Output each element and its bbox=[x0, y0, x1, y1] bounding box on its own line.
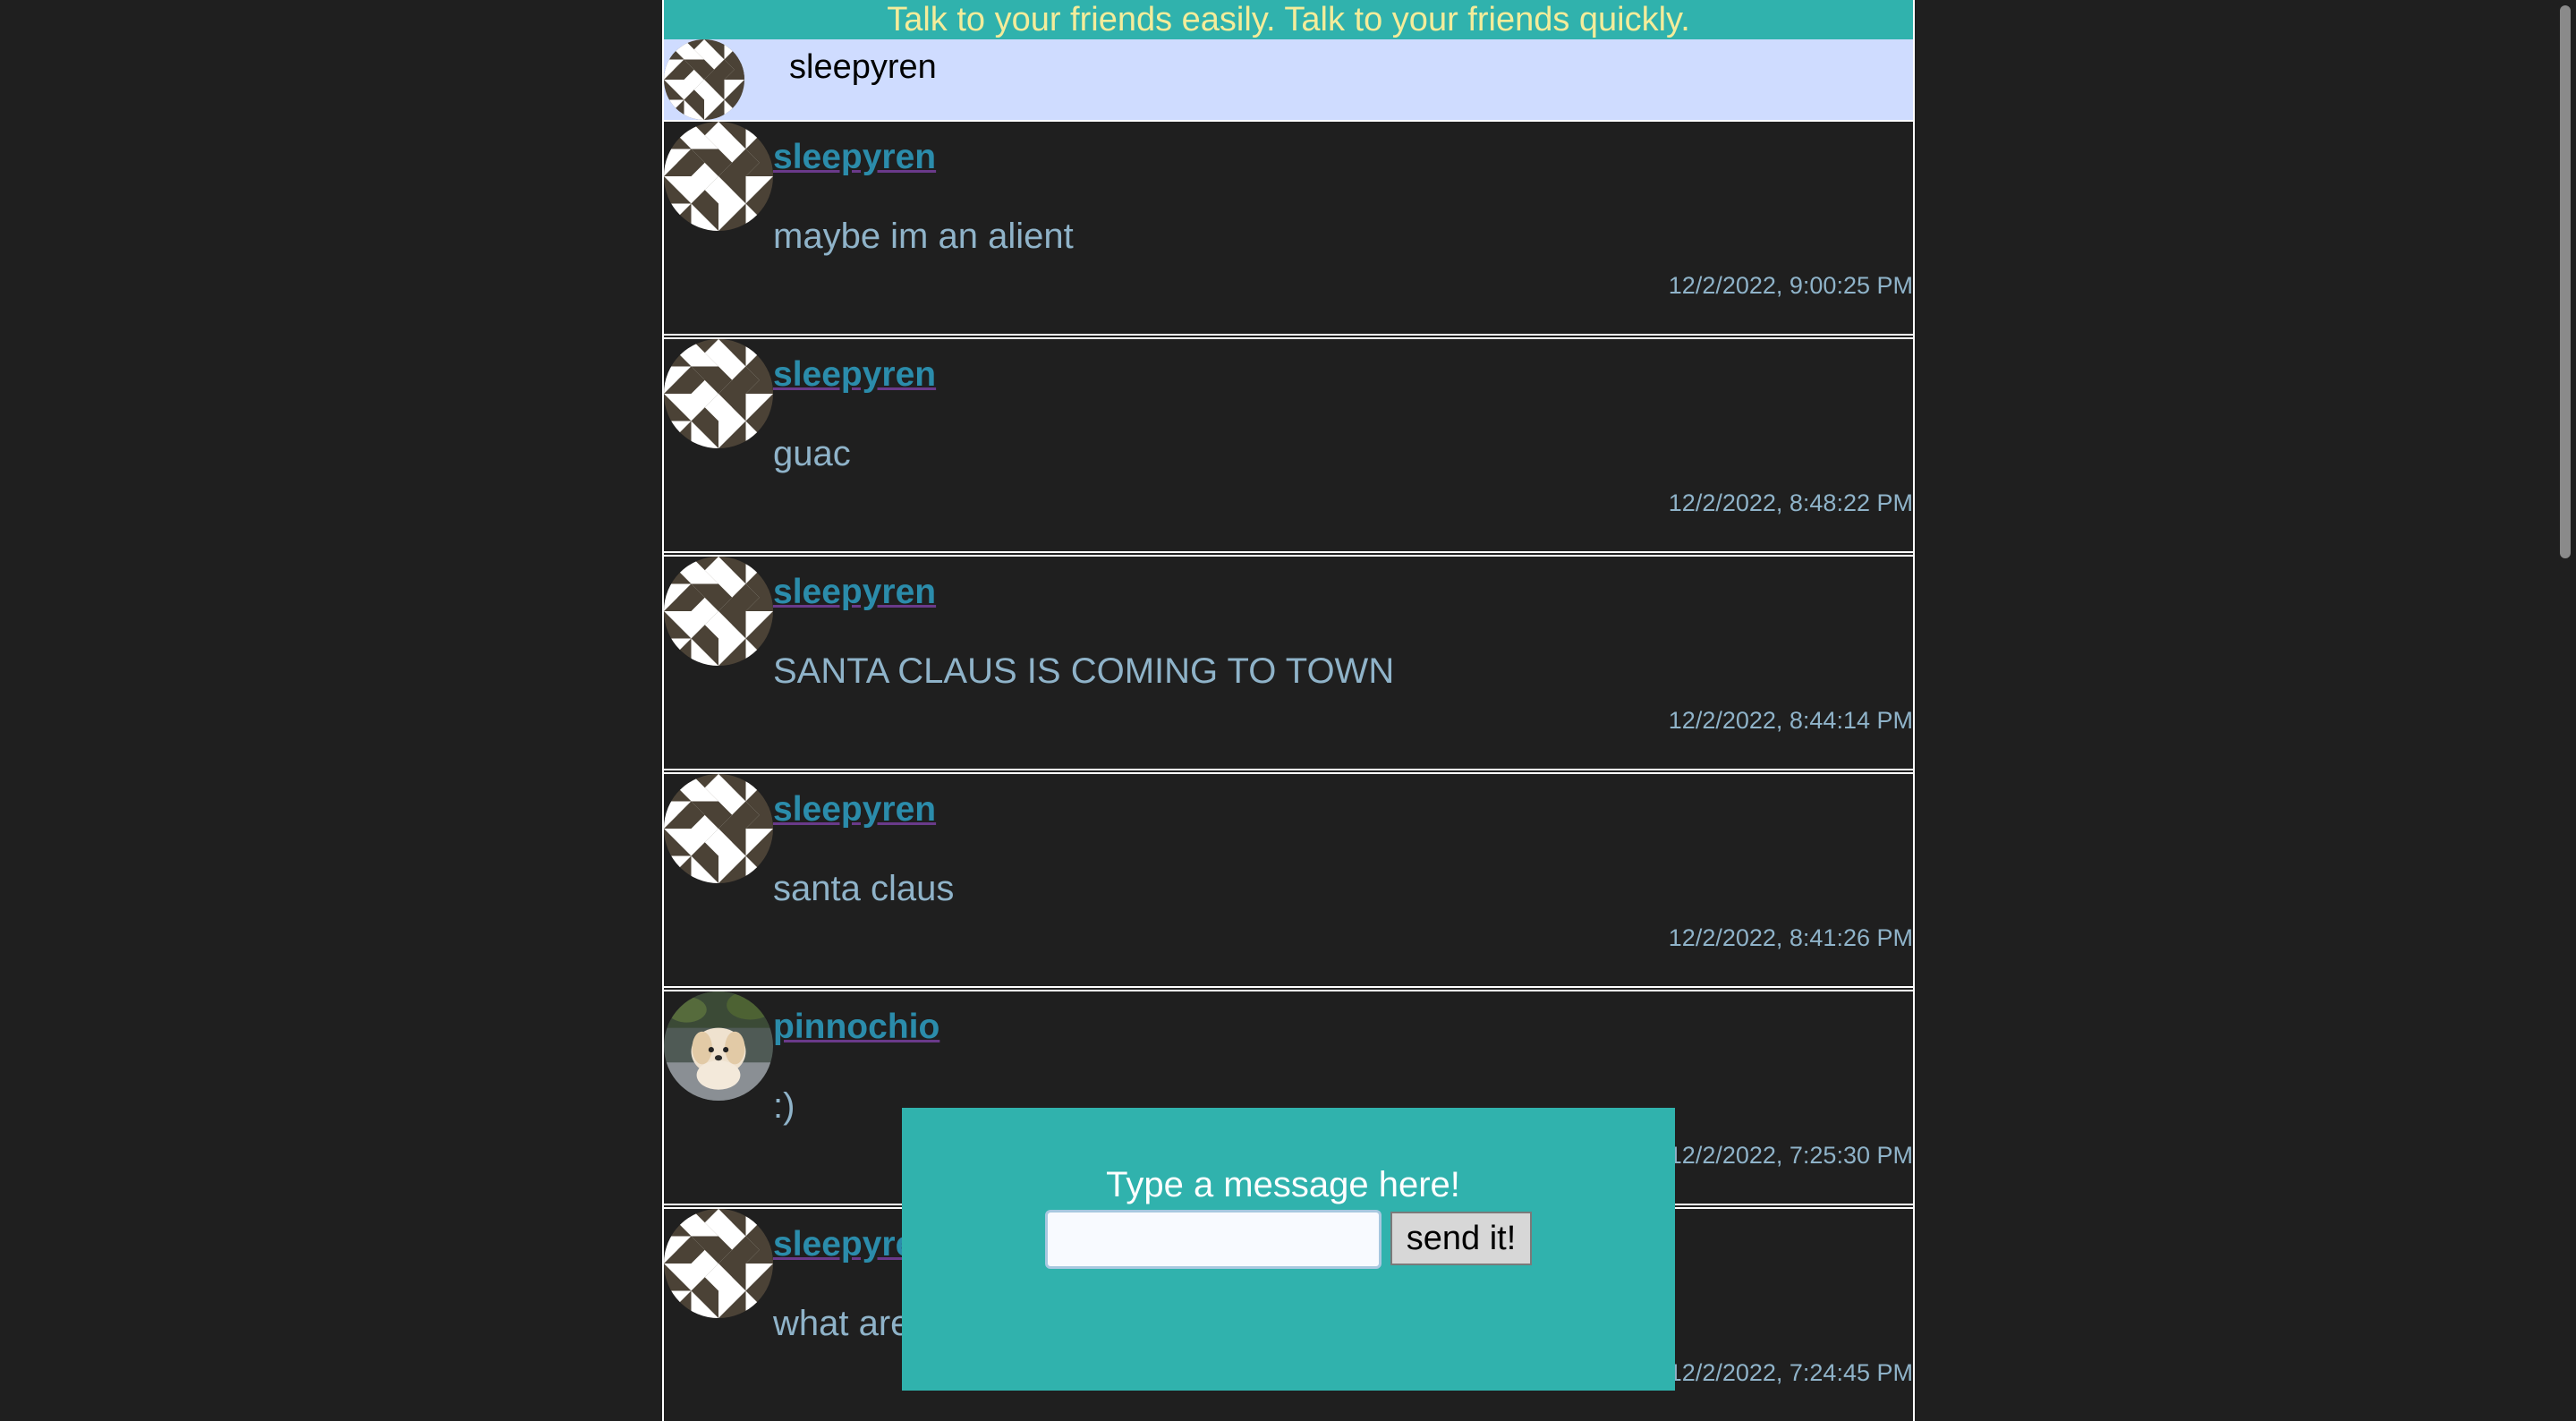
quilt-star-avatar-icon bbox=[664, 557, 773, 666]
message-author-link[interactable]: sleepyren bbox=[773, 138, 936, 177]
message-timestamp: 12/2/2022, 8:44:14 PM bbox=[1668, 707, 1913, 734]
message-timestamp: 12/2/2022, 8:48:22 PM bbox=[1668, 489, 1913, 516]
compose-prompt: Type a message here! bbox=[1106, 1165, 1460, 1204]
message-timestamp: 12/2/2022, 7:24:45 PM bbox=[1668, 1359, 1913, 1386]
message-avatar bbox=[664, 557, 773, 666]
current-user-avatar bbox=[664, 39, 744, 120]
message-item: sleepyren santa claus 12/2/2022, 8:41:26… bbox=[664, 772, 1913, 988]
quilt-star-avatar-icon bbox=[664, 39, 744, 120]
message-timestamp: 12/2/2022, 9:00:25 PM bbox=[1668, 272, 1913, 299]
send-button[interactable]: send it! bbox=[1390, 1212, 1532, 1265]
scrollbar-thumb[interactable] bbox=[2560, 5, 2571, 558]
message-avatar bbox=[664, 339, 773, 448]
quilt-star-avatar-icon bbox=[664, 339, 773, 448]
message-author-link[interactable]: sleepyren bbox=[773, 790, 936, 830]
current-user-bar: sleepyren bbox=[664, 39, 1913, 120]
message-input[interactable] bbox=[1045, 1210, 1382, 1269]
message-text: guac bbox=[773, 434, 851, 473]
message-text: SANTA CLAUS IS COMING TO TOWN bbox=[773, 651, 1395, 691]
compose-panel: Type a message here! send it! bbox=[902, 1108, 1675, 1391]
message-item: sleepyren guac 12/2/2022, 8:48:22 PM bbox=[664, 337, 1913, 553]
puppy-photo-avatar-icon bbox=[664, 991, 773, 1101]
message-avatar bbox=[664, 774, 773, 883]
message-timestamp: 12/2/2022, 7:25:30 PM bbox=[1668, 1142, 1913, 1169]
current-user-name: sleepyren bbox=[789, 47, 937, 86]
message-timestamp: 12/2/2022, 8:41:26 PM bbox=[1668, 924, 1913, 951]
tagline-banner: Talk to your friends easily. Talk to you… bbox=[664, 0, 1913, 39]
quilt-star-avatar-icon bbox=[664, 774, 773, 883]
message-text: what are bbox=[773, 1304, 911, 1343]
page-scrollbar[interactable] bbox=[2555, 0, 2576, 1421]
message-text: :) bbox=[773, 1086, 795, 1126]
message-text: santa claus bbox=[773, 869, 955, 908]
message-avatar bbox=[664, 991, 773, 1101]
message-text: maybe im an alient bbox=[773, 217, 1074, 256]
message-author-link[interactable]: sleepyren bbox=[773, 573, 936, 612]
message-item: sleepyren SANTA CLAUS IS COMING TO TOWN … bbox=[664, 555, 1913, 770]
quilt-star-avatar-icon bbox=[664, 122, 773, 231]
message-avatar bbox=[664, 122, 773, 231]
quilt-star-avatar-icon bbox=[664, 1209, 773, 1318]
message-item: sleepyren maybe im an alient 12/2/2022, … bbox=[664, 120, 1913, 336]
message-author-link[interactable]: pinnochio bbox=[773, 1008, 939, 1047]
message-author-link[interactable]: sleepyren bbox=[773, 355, 936, 395]
message-avatar bbox=[664, 1209, 773, 1318]
